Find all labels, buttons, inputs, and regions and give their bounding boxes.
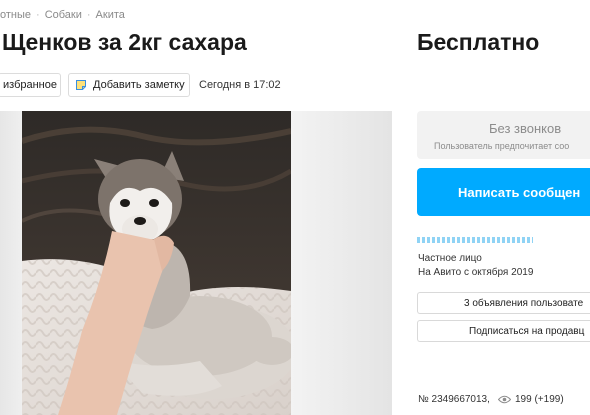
no-calls-notice: Без звонков Пользователь предпочитает со… xyxy=(417,111,590,159)
no-calls-title: Без звонков xyxy=(489,121,562,136)
subscribe-seller-label: Подписаться на продавц xyxy=(469,326,585,337)
photo-gallery[interactable] xyxy=(0,111,392,415)
add-note-button[interactable]: Добавить заметку xyxy=(68,73,190,97)
favorites-label: избранное xyxy=(3,79,57,91)
ad-number: № 2349667013, xyxy=(418,394,490,405)
no-calls-subtitle: Пользователь предпочитает соо xyxy=(434,141,570,151)
breadcrumb: отные · Собаки · Акита xyxy=(0,9,125,21)
breadcrumb-item-dogs[interactable]: Собаки xyxy=(45,9,82,21)
breadcrumb-separator: · xyxy=(86,9,91,21)
seller-ads-label: 3 объявления пользовате xyxy=(464,298,584,309)
breadcrumb-item-category[interactable]: отные xyxy=(0,9,31,21)
eye-icon xyxy=(498,395,511,404)
gallery-right-area[interactable] xyxy=(291,111,392,415)
seller-since: На Авито с октября 2019 xyxy=(418,267,534,278)
seller-name-link[interactable] xyxy=(417,237,533,243)
note-icon xyxy=(76,80,86,90)
seller-ads-button[interactable]: 3 объявления пользовате xyxy=(417,292,590,314)
views-counter: 199 (+199) xyxy=(498,394,564,405)
subscribe-seller-button[interactable]: Подписаться на продавц xyxy=(417,320,590,342)
breadcrumb-item-akita[interactable]: Акита xyxy=(96,9,125,21)
add-to-favorites-button[interactable]: избранное xyxy=(0,73,61,97)
listing-title: Щенков за 2кг сахара xyxy=(2,29,247,55)
add-note-label: Добавить заметку xyxy=(93,79,185,91)
write-message-button[interactable]: Написать сообщен xyxy=(417,168,590,216)
gallery-left-area[interactable] xyxy=(0,111,22,415)
publish-date: Сегодня в 17:02 xyxy=(199,79,281,91)
listing-photo-puppy[interactable] xyxy=(22,111,291,415)
breadcrumb-separator: · xyxy=(36,9,40,21)
seller-type: Частное лицо xyxy=(418,253,482,264)
views-count: 199 (+199) xyxy=(515,394,564,405)
write-message-label: Написать сообщен xyxy=(458,185,581,200)
listing-price: Бесплатно xyxy=(417,29,540,55)
